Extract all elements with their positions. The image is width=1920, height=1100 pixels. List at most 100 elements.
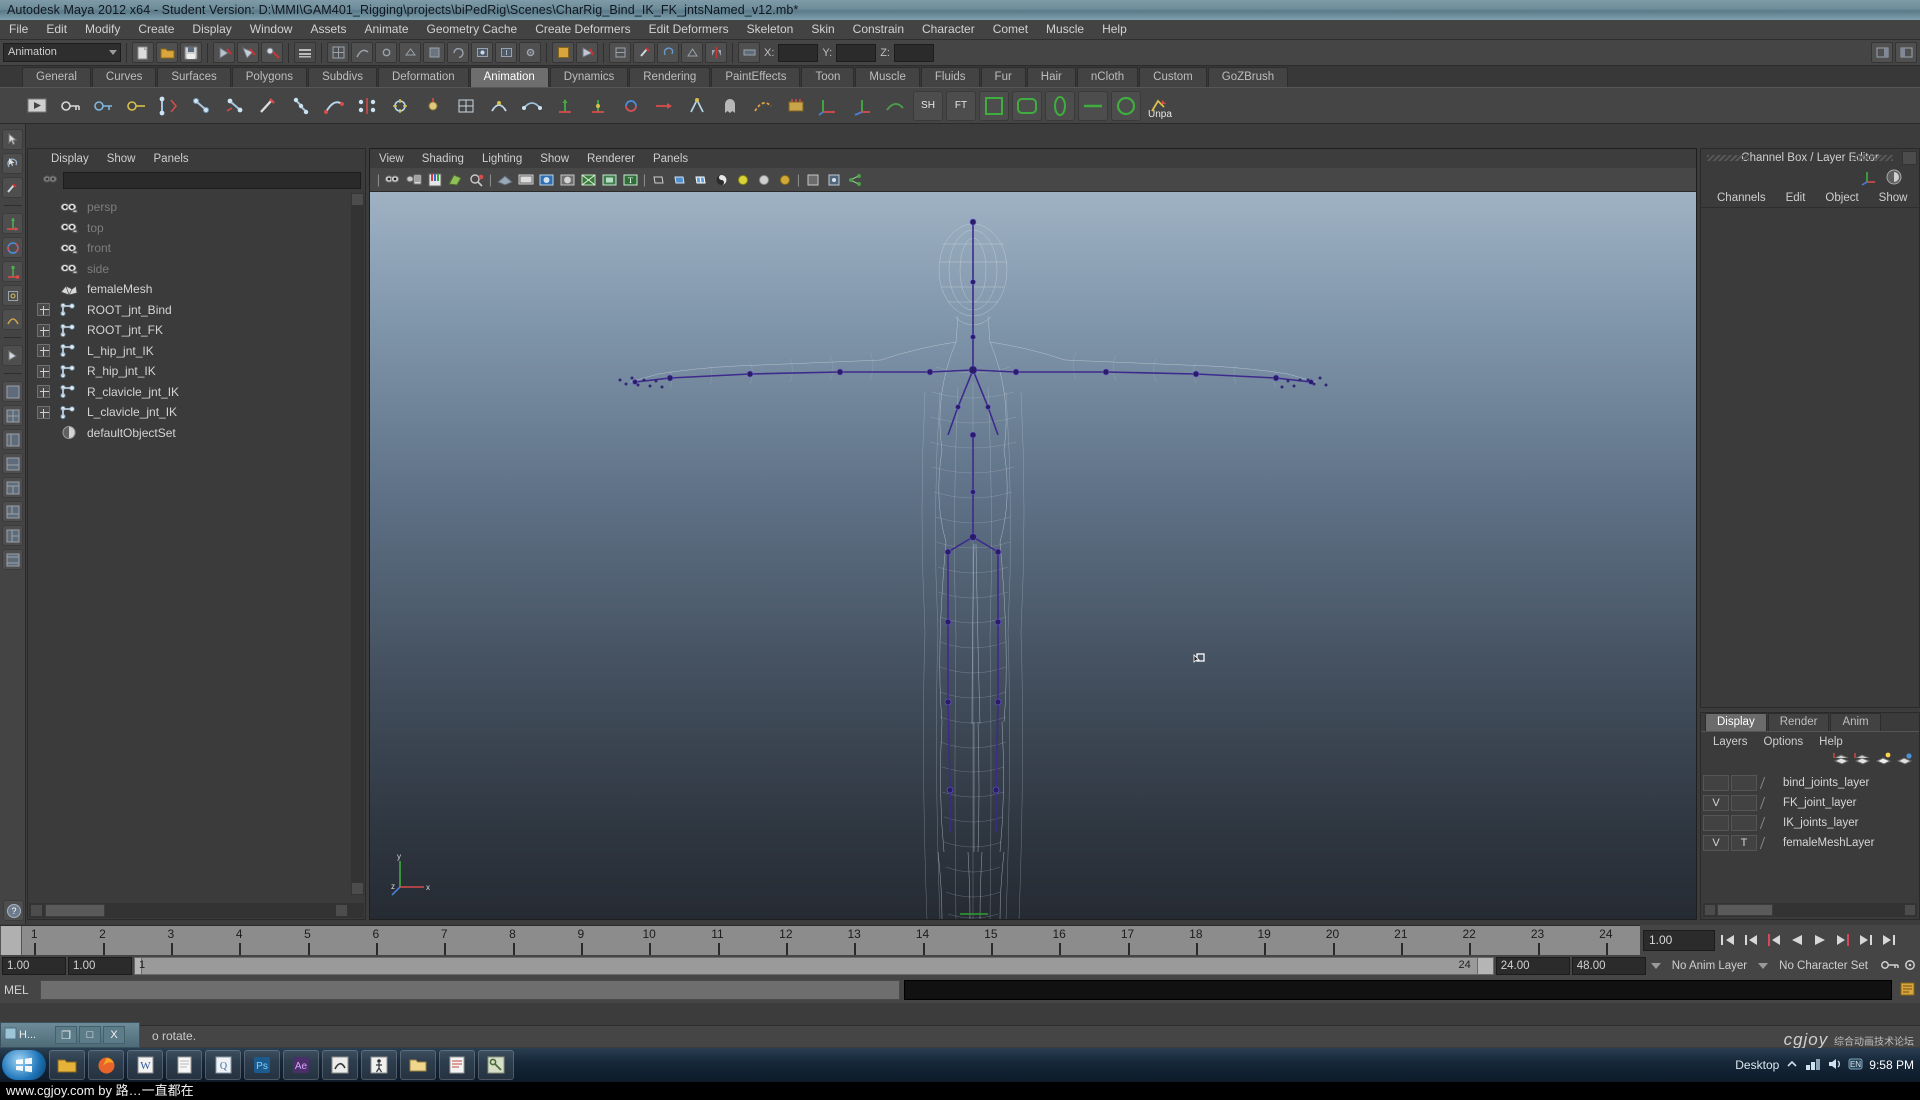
animation-start-time-field[interactable]: 1.00 [2, 957, 66, 975]
mirror-joint-icon[interactable] [352, 91, 382, 121]
chevron-down-icon[interactable] [1650, 963, 1661, 969]
set-driven-key-icon[interactable] [121, 91, 151, 121]
menuset-selector[interactable]: Animation [3, 43, 121, 62]
shelf-tab-toon[interactable]: Toon [801, 67, 855, 87]
anim-layer-selector[interactable]: No Anim Layer [1666, 960, 1753, 972]
restore-button[interactable]: ❐ [55, 1026, 77, 1044]
play-forwards-button[interactable] [1810, 929, 1830, 951]
ik-handle-icon[interactable] [154, 91, 184, 121]
viewport-menu-lighting[interactable]: Lighting [473, 153, 531, 165]
ctrl-square-icon[interactable] [979, 90, 1009, 121]
expand-plus-icon[interactable] [37, 385, 50, 399]
layer-tab-display[interactable]: Display [1705, 713, 1767, 731]
menu-character[interactable]: Character [913, 20, 984, 39]
layer-highlight-icon[interactable] [1875, 752, 1892, 770]
perspective-viewport[interactable]: View Shading Lighting Show Renderer Panels | … [369, 148, 1697, 920]
layer-color-swatch[interactable] [1759, 775, 1781, 791]
menu-edit-deformers[interactable]: Edit Deformers [640, 20, 738, 39]
viewport-menu-renderer[interactable]: Renderer [578, 153, 644, 165]
shelf-tab-animation[interactable]: Animation [469, 67, 549, 87]
orient-joint-icon[interactable] [385, 91, 415, 121]
ctrl-ellipse-icon[interactable] [1045, 90, 1075, 121]
texture-toggle-icon[interactable] [579, 170, 598, 189]
grid-toggle-icon[interactable] [495, 170, 514, 189]
menu-animate[interactable]: Animate [355, 20, 417, 39]
lasso-select-button[interactable] [657, 42, 679, 63]
menu-constrain[interactable]: Constrain [844, 20, 913, 39]
scroll-left-arrow-icon[interactable] [30, 904, 43, 917]
shelf-tab-custom[interactable]: Custom [1139, 67, 1207, 87]
layout-hypershade-persp-button[interactable] [2, 477, 23, 498]
cluster-icon[interactable] [418, 91, 448, 121]
shade-wireframe-icon[interactable] [691, 170, 710, 189]
shelf-tab-polygons[interactable]: Polygons [231, 67, 308, 87]
outliner-menu-display[interactable]: Display [42, 153, 98, 165]
play-backwards-button[interactable] [1787, 929, 1807, 951]
ipr-render-button[interactable]: I [495, 42, 517, 63]
menu-create-deformers[interactable]: Create Deformers [526, 20, 639, 39]
outliner-menu-panels[interactable]: Panels [145, 153, 198, 165]
shelf-tab-curves[interactable]: Curves [91, 67, 157, 87]
share-node-icon[interactable] [845, 170, 864, 189]
menu-skin[interactable]: Skin [802, 20, 843, 39]
layout-persp-graph-button[interactable] [2, 453, 23, 474]
scroll-thumb[interactable] [45, 904, 105, 917]
step-back-frame-button[interactable] [1764, 929, 1784, 951]
new-scene-button[interactable] [132, 42, 154, 63]
menu-window[interactable]: Window [241, 20, 302, 39]
expand-plus-icon[interactable] [37, 364, 50, 378]
shelf-tab-painteffects[interactable]: PaintEffects [711, 67, 801, 87]
set-breakdown-icon[interactable] [88, 91, 118, 121]
select-camera-icon[interactable] [383, 170, 402, 189]
render-current-frame-button[interactable] [471, 42, 493, 63]
shelf-button-ft[interactable]: FT [946, 90, 976, 121]
outliner-item-persp[interactable]: persp [29, 197, 350, 218]
outliner-item-defaultobjectset[interactable]: defaultObjectSet [29, 423, 350, 444]
paint-selection-button[interactable] [633, 42, 655, 63]
bake-simulation-icon[interactable] [781, 91, 811, 121]
universal-manipulator-button[interactable] [2, 285, 23, 306]
scroll-left-arrow-icon[interactable] [1704, 904, 1716, 916]
layer-visibility-toggle[interactable]: V [1703, 795, 1729, 811]
shelf-tab-rendering[interactable]: Rendering [629, 67, 711, 87]
channelbox-menu-edit[interactable]: Edit [1776, 192, 1816, 204]
lighting-shadows-icon[interactable] [775, 170, 794, 189]
expand-plus-icon[interactable] [37, 344, 50, 358]
show-manipulator-button[interactable] [609, 42, 631, 63]
outliner-menu-show[interactable]: Show [98, 153, 145, 165]
playback-end-time-field[interactable]: 24.00 [1495, 957, 1570, 975]
channelbox-menu-channels[interactable]: Channels [1707, 192, 1776, 204]
time-slider[interactable]: 1 2 3 4 5 6 7 8 9 10 11 12 13 14 15 16 17 18 19 20 21 22 23 24 [0, 925, 1640, 956]
notepad-icon[interactable] [166, 1050, 202, 1080]
layer-menu-help[interactable]: Help [1811, 736, 1851, 748]
move-tool-button[interactable] [2, 213, 23, 234]
layer-row[interactable]: bind_joints_layer [1703, 773, 1917, 793]
outliner-item-l_hip_jnt_ik[interactable]: L_hip_jnt_IK [29, 341, 350, 362]
blendshape-icon[interactable] [484, 91, 514, 121]
layout-persp-graph2-button[interactable] [2, 501, 23, 522]
z-coordinate-field[interactable] [893, 43, 934, 62]
ctrl-line-icon[interactable] [1078, 90, 1108, 121]
select-by-hierarchy-button[interactable] [213, 42, 235, 63]
viewport-3d-canvas[interactable]: y x z [370, 192, 1696, 919]
shelf-button-unparent[interactable]: Unpa [1144, 91, 1174, 121]
layer-playback-toggle[interactable] [1731, 795, 1757, 811]
menu-create[interactable]: Create [129, 20, 183, 39]
channel-state-icon[interactable] [1885, 168, 1903, 189]
auto-key-icon[interactable] [1880, 958, 1900, 975]
undock-button[interactable] [1902, 151, 1917, 165]
menu-comet[interactable]: Comet [984, 20, 1037, 39]
layer-select-icon[interactable] [1896, 752, 1913, 770]
modeling-toolkit-button[interactable] [738, 42, 760, 63]
render-settings-button[interactable] [519, 42, 541, 63]
shelf-tab-surfaces[interactable]: Surfaces [157, 67, 231, 87]
go-to-start-button[interactable] [1718, 929, 1738, 951]
layer-row[interactable]: V TfemaleMeshLayer [1703, 833, 1917, 853]
menu-edit[interactable]: Edit [37, 20, 76, 39]
shelf-tab-muscle[interactable]: Muscle [855, 67, 920, 87]
axis-display-icon[interactable] [814, 91, 844, 121]
ghost-icon[interactable] [715, 91, 745, 121]
explorer-icon[interactable] [49, 1050, 85, 1080]
range-right-handle[interactable] [1476, 958, 1493, 974]
layout-three-pane-button[interactable] [2, 525, 23, 546]
